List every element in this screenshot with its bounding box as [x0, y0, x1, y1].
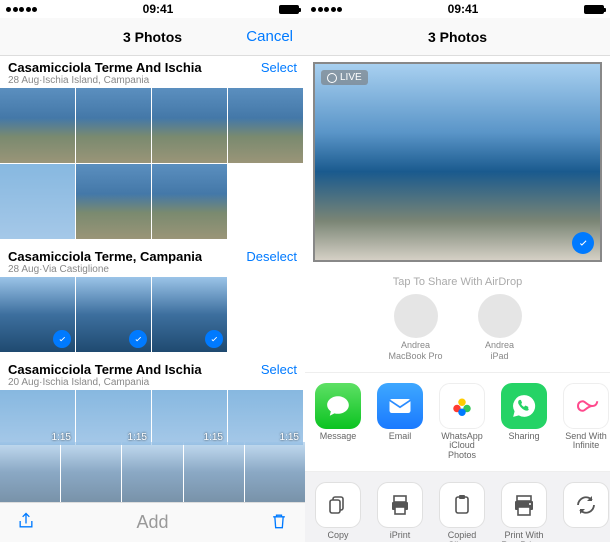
select-button[interactable]: Select	[255, 362, 297, 377]
section-title: Casamicciola Terme, Campania	[8, 249, 202, 264]
toolbar: Add	[0, 502, 305, 542]
print-icon	[377, 482, 423, 528]
photo-grid	[0, 277, 305, 352]
clipboard-icon	[439, 482, 485, 528]
share-app-message[interactable]: Message	[309, 383, 367, 462]
deselect-button[interactable]: Deselect	[240, 249, 297, 264]
whatsapp-icon	[501, 383, 547, 429]
section-subtitle: 28 Aug·Via Castiglione	[8, 264, 202, 275]
video-grid: 1:15 1:15 1:15 1:15	[0, 390, 305, 445]
icloud-photos-icon	[439, 383, 485, 429]
cancel-button[interactable]: Cancel	[246, 28, 293, 45]
photo-thumb[interactable]	[0, 164, 75, 239]
check-icon	[129, 330, 147, 348]
status-right	[279, 5, 299, 14]
airdrop-target[interactable]: AndreaiPad	[470, 294, 530, 362]
signal-icon	[6, 7, 37, 12]
share-sheet-screen: 09:41 3 Photos LIVE Tap To Share With Ai…	[305, 0, 610, 542]
check-icon	[205, 330, 223, 348]
nav-bar: 3 Photos Cancel	[0, 18, 305, 56]
share-apps-row: Message Email WhatsApp iCloud Photos Sha…	[305, 373, 610, 473]
photo-thumb[interactable]	[76, 164, 151, 239]
share-app-email[interactable]: Email	[371, 383, 429, 462]
email-icon	[377, 383, 423, 429]
section-header: Casamicciola Terme And Ischia 20 Aug·Isc…	[0, 358, 305, 390]
refresh-icon	[563, 482, 609, 528]
action-print[interactable]: iPrint	[371, 482, 429, 542]
airdrop-section: Tap To Share With AirDrop AndreaMacBook …	[305, 268, 610, 373]
action-workflow[interactable]	[557, 482, 610, 542]
select-button[interactable]: Select	[255, 60, 297, 75]
action-clipper[interactable]: Copied Clipper	[433, 482, 491, 542]
share-icon	[16, 510, 36, 532]
photo-thumb[interactable]	[0, 277, 75, 352]
section-title: Casamicciola Terme And Ischia	[8, 60, 202, 75]
message-icon	[315, 383, 361, 429]
battery-icon	[584, 5, 604, 14]
photo-thumb[interactable]	[152, 164, 227, 239]
preview-strip	[0, 442, 305, 502]
photo-thumb[interactable]	[152, 88, 227, 163]
share-app-infinite[interactable]: Send With Infinite	[557, 383, 610, 462]
share-button[interactable]	[16, 510, 36, 535]
status-time: 09:41	[143, 2, 174, 16]
status-bar: 09:41	[305, 0, 610, 18]
share-actions-row: Copy iPrint Copied Clipper Print With Ru…	[305, 472, 610, 542]
section-subtitle: 20 Aug·Ischia Island, Campania	[8, 377, 202, 388]
airdrop-target[interactable]: AndreaMacBook Pro	[386, 294, 446, 362]
nav-bar: 3 Photos	[305, 18, 610, 56]
printer-icon	[501, 482, 547, 528]
photo-grid	[0, 88, 305, 239]
live-badge: LIVE	[321, 70, 368, 85]
avatar	[478, 294, 522, 338]
trash-icon	[269, 510, 289, 532]
nav-title: 3 Photos	[305, 29, 610, 45]
status-bar: 09:41	[0, 0, 305, 18]
status-time: 09:41	[448, 2, 479, 16]
section-header: Casamicciola Terme And Ischia 28 Aug·Isc…	[0, 56, 305, 88]
delete-button[interactable]	[269, 510, 289, 535]
video-thumb[interactable]: 1:15	[152, 390, 227, 445]
video-thumb[interactable]: 1:15	[0, 390, 75, 445]
photo-thumb[interactable]	[76, 277, 151, 352]
battery-icon	[279, 5, 299, 14]
check-icon	[53, 330, 71, 348]
photo-thumb[interactable]	[0, 88, 75, 163]
copy-icon	[315, 482, 361, 528]
action-printer-pro[interactable]: Print With Run Printer Pro Workflow	[495, 482, 553, 542]
selected-photo[interactable]: LIVE	[313, 62, 602, 262]
photo-thumb[interactable]	[228, 88, 303, 163]
add-button[interactable]: Add	[136, 512, 168, 533]
infinite-icon	[563, 383, 609, 429]
photo-thumb[interactable]	[152, 277, 227, 352]
section-title: Casamicciola Terme And Ischia	[8, 362, 202, 377]
section-header: Casamicciola Terme, Campania 28 Aug·Via …	[0, 245, 305, 277]
video-thumb[interactable]: 1:15	[76, 390, 151, 445]
share-app-whatsapp[interactable]: Sharing	[495, 383, 553, 462]
video-thumb[interactable]: 1:15	[228, 390, 303, 445]
airdrop-title: Tap To Share With AirDrop	[305, 276, 610, 288]
photo-thumb[interactable]	[76, 88, 151, 163]
signal-icon	[311, 7, 342, 12]
photos-select-screen: 09:41 3 Photos Cancel Casamicciola Terme…	[0, 0, 305, 542]
share-app-icloud[interactable]: WhatsApp iCloud Photos	[433, 383, 491, 462]
section-subtitle: 28 Aug·Ischia Island, Campania	[8, 75, 202, 86]
action-copy[interactable]: Copy	[309, 482, 367, 542]
avatar	[394, 294, 438, 338]
status-left	[6, 7, 37, 12]
check-icon	[572, 232, 594, 254]
